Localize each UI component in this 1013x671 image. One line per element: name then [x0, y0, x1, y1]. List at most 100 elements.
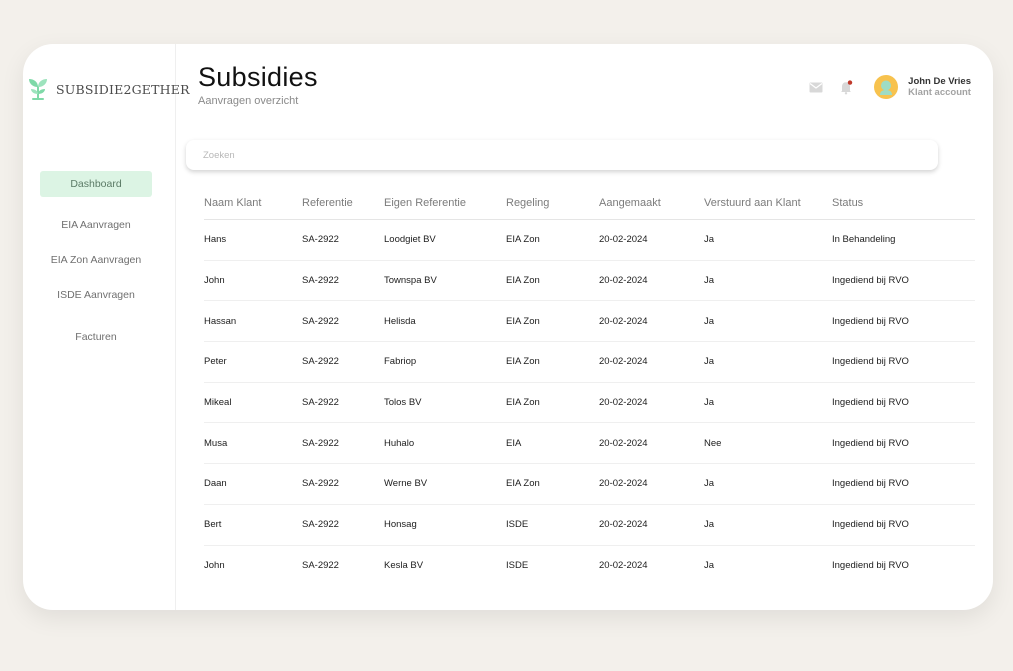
table-row[interactable]: Musa SA-2922 Huhalo EIA 20-02-2024 Nee Ingedie… — [204, 423, 975, 465]
mail-icon[interactable] — [806, 76, 826, 98]
cell-naam-klant: John — [204, 560, 225, 572]
main-content: Subsidies Aanvragen overzicht John De Vr… — [177, 44, 993, 610]
table-header: Naam Klant Referentie Eigen Referentie R… — [204, 186, 975, 220]
cell-aangemaakt: 20-02-2024 — [599, 234, 648, 246]
cell-eigen-referentie: Fabriop — [384, 356, 417, 368]
column-header-verstuurd-aan-klant[interactable]: Verstuurd aan Klant — [704, 197, 832, 209]
cell-aangemaakt: 20-02-2024 — [599, 356, 648, 368]
column-header-regeling[interactable]: Regeling — [506, 197, 599, 209]
cell-referentie: SA-2922 — [302, 478, 339, 490]
table-row[interactable]: Daan SA-2922 Werne BV EIA Zon 20-02-2024 Ja In… — [204, 464, 975, 505]
aanvragen-table: Naam Klant Referentie Eigen Referentie R… — [204, 186, 975, 586]
cell-status: In Behandeling — [832, 234, 896, 246]
notification-dot — [847, 79, 853, 85]
cell-regeling: EIA Zon — [506, 315, 540, 327]
cell-naam-klant: Hans — [204, 234, 227, 246]
avatar[interactable] — [874, 75, 899, 99]
cell-eigen-referentie: Tolos BV — [384, 397, 422, 409]
cell-regeling: EIA Zon — [506, 234, 540, 246]
sidebar-item-isde-aanvragen[interactable]: ISDE Aanvragen — [40, 282, 152, 308]
table-row[interactable]: Peter SA-2922 Fabriop EIA Zon 20-02-2024 Ja In… — [204, 342, 975, 383]
column-header-referentie[interactable]: Referentie — [302, 197, 384, 209]
cell-aangemaakt: 20-02-2024 — [599, 519, 648, 531]
user-info[interactable]: John De Vries Klant account — [908, 76, 971, 98]
cell-naam-klant: Hassan — [204, 315, 237, 327]
cell-verstuurd-aan-klant: Ja — [704, 356, 715, 368]
table-row[interactable]: Mikeal SA-2922 Tolos BV EIA Zon 20-02-2024 Ja… — [204, 383, 975, 424]
cell-referentie: SA-2922 — [302, 437, 339, 449]
cell-referentie: SA-2922 — [302, 234, 339, 246]
cell-naam-klant: Daan — [204, 478, 227, 490]
cell-naam-klant: Mikeal — [204, 397, 232, 409]
cell-status: Ingediend bij RVO — [832, 397, 909, 409]
user-name: John De Vries — [908, 76, 971, 87]
cell-status: Ingediend bij RVO — [832, 560, 909, 572]
table-row[interactable]: John SA-2922 Townspa BV EIA Zon 20-02-2024 Ja… — [204, 261, 975, 302]
logo[interactable]: SUBSIDIE2GETHER — [28, 74, 190, 105]
cell-naam-klant: John — [204, 275, 225, 287]
cell-status: Ingediend bij RVO — [832, 437, 909, 449]
cell-status: Ingediend bij RVO — [832, 275, 909, 287]
table-row[interactable]: Hassan SA-2922 Helisda EIA Zon 20-02-2024 Ja I… — [204, 301, 975, 343]
sprout-logo-icon — [28, 74, 48, 105]
table-body: Hans SA-2922 Loodgiet BV EIA Zon 20-02-2024 J… — [204, 220, 975, 586]
cell-regeling: EIA — [506, 437, 522, 449]
topbar-actions: John De Vries Klant account — [806, 75, 971, 99]
column-header-eigen-referentie[interactable]: Eigen Referentie — [384, 197, 506, 209]
page-title: Subsidies — [198, 62, 318, 92]
cell-referentie: SA-2922 — [302, 315, 339, 327]
cell-referentie: SA-2922 — [302, 275, 339, 287]
cell-verstuurd-aan-klant: Ja — [704, 478, 715, 490]
cell-verstuurd-aan-klant: Ja — [704, 315, 715, 327]
bell-icon[interactable] — [836, 76, 856, 98]
cell-eigen-referentie: Honsag — [384, 519, 417, 531]
cell-aangemaakt: 20-02-2024 — [599, 275, 648, 287]
cell-referentie: SA-2922 — [302, 560, 339, 572]
table-row[interactable]: Bert SA-2922 Honsag ISDE 20-02-2024 Ja Ingedie… — [204, 505, 975, 546]
sidebar: SUBSIDIE2GETHER Dashboard EIA Aanvragen … — [23, 44, 190, 610]
cell-verstuurd-aan-klant: Ja — [704, 560, 715, 572]
sidebar-item-eia-zon-aanvragen[interactable]: EIA Zon Aanvragen — [40, 247, 152, 273]
search-input[interactable] — [186, 140, 938, 170]
sidebar-item-dashboard[interactable]: Dashboard — [40, 171, 152, 197]
column-header-status[interactable]: Status — [832, 197, 975, 209]
table-row[interactable]: John SA-2922 Kesla BV ISDE 20-02-2024 Ja Inged… — [204, 546, 975, 587]
sidebar-item-eia-aanvragen[interactable]: EIA Aanvragen — [40, 212, 152, 238]
cell-referentie: SA-2922 — [302, 519, 339, 531]
cell-aangemaakt: 20-02-2024 — [599, 397, 648, 409]
cell-eigen-referentie: Kesla BV — [384, 560, 424, 572]
cell-eigen-referentie: Loodgiet BV — [384, 234, 436, 246]
cell-naam-klant: Bert — [204, 519, 222, 531]
cell-status: Ingediend bij RVO — [832, 315, 909, 327]
cell-regeling: EIA Zon — [506, 356, 540, 368]
cell-regeling: EIA Zon — [506, 478, 540, 490]
cell-eigen-referentie: Helisda — [384, 315, 416, 327]
cell-naam-klant: Musa — [204, 437, 228, 449]
cell-status: Ingediend bij RVO — [832, 356, 909, 368]
cell-verstuurd-aan-klant: Nee — [704, 437, 722, 449]
cell-regeling: ISDE — [506, 519, 529, 531]
cell-verstuurd-aan-klant: Ja — [704, 275, 715, 287]
cell-verstuurd-aan-klant: Ja — [704, 234, 715, 246]
cell-eigen-referentie: Werne BV — [384, 478, 428, 490]
cell-status: Ingediend bij RVO — [832, 478, 909, 490]
cell-aangemaakt: 20-02-2024 — [599, 315, 648, 327]
user-role: Klant account — [908, 87, 971, 98]
cell-verstuurd-aan-klant: Ja — [704, 397, 715, 409]
page-subtitle: Aanvragen overzicht — [198, 95, 299, 107]
column-header-naam-klant[interactable]: Naam Klant — [204, 197, 302, 209]
app-window: SUBSIDIE2GETHER Dashboard EIA Aanvragen … — [23, 44, 993, 610]
cell-regeling: EIA Zon — [506, 397, 540, 409]
cell-referentie: SA-2922 — [302, 397, 339, 409]
cell-eigen-referentie: Townspa BV — [384, 275, 437, 287]
cell-eigen-referentie: Huhalo — [384, 437, 415, 449]
column-header-aangemaakt[interactable]: Aangemaakt — [599, 197, 704, 209]
cell-referentie: SA-2922 — [302, 356, 339, 368]
cell-regeling: ISDE — [506, 560, 529, 572]
cell-aangemaakt: 20-02-2024 — [599, 437, 648, 449]
cell-regeling: EIA Zon — [506, 275, 540, 287]
cell-aangemaakt: 20-02-2024 — [599, 560, 648, 572]
cell-naam-klant: Peter — [204, 356, 227, 368]
table-row[interactable]: Hans SA-2922 Loodgiet BV EIA Zon 20-02-2024 J… — [204, 220, 975, 261]
sidebar-item-facturen[interactable]: Facturen — [40, 324, 152, 350]
